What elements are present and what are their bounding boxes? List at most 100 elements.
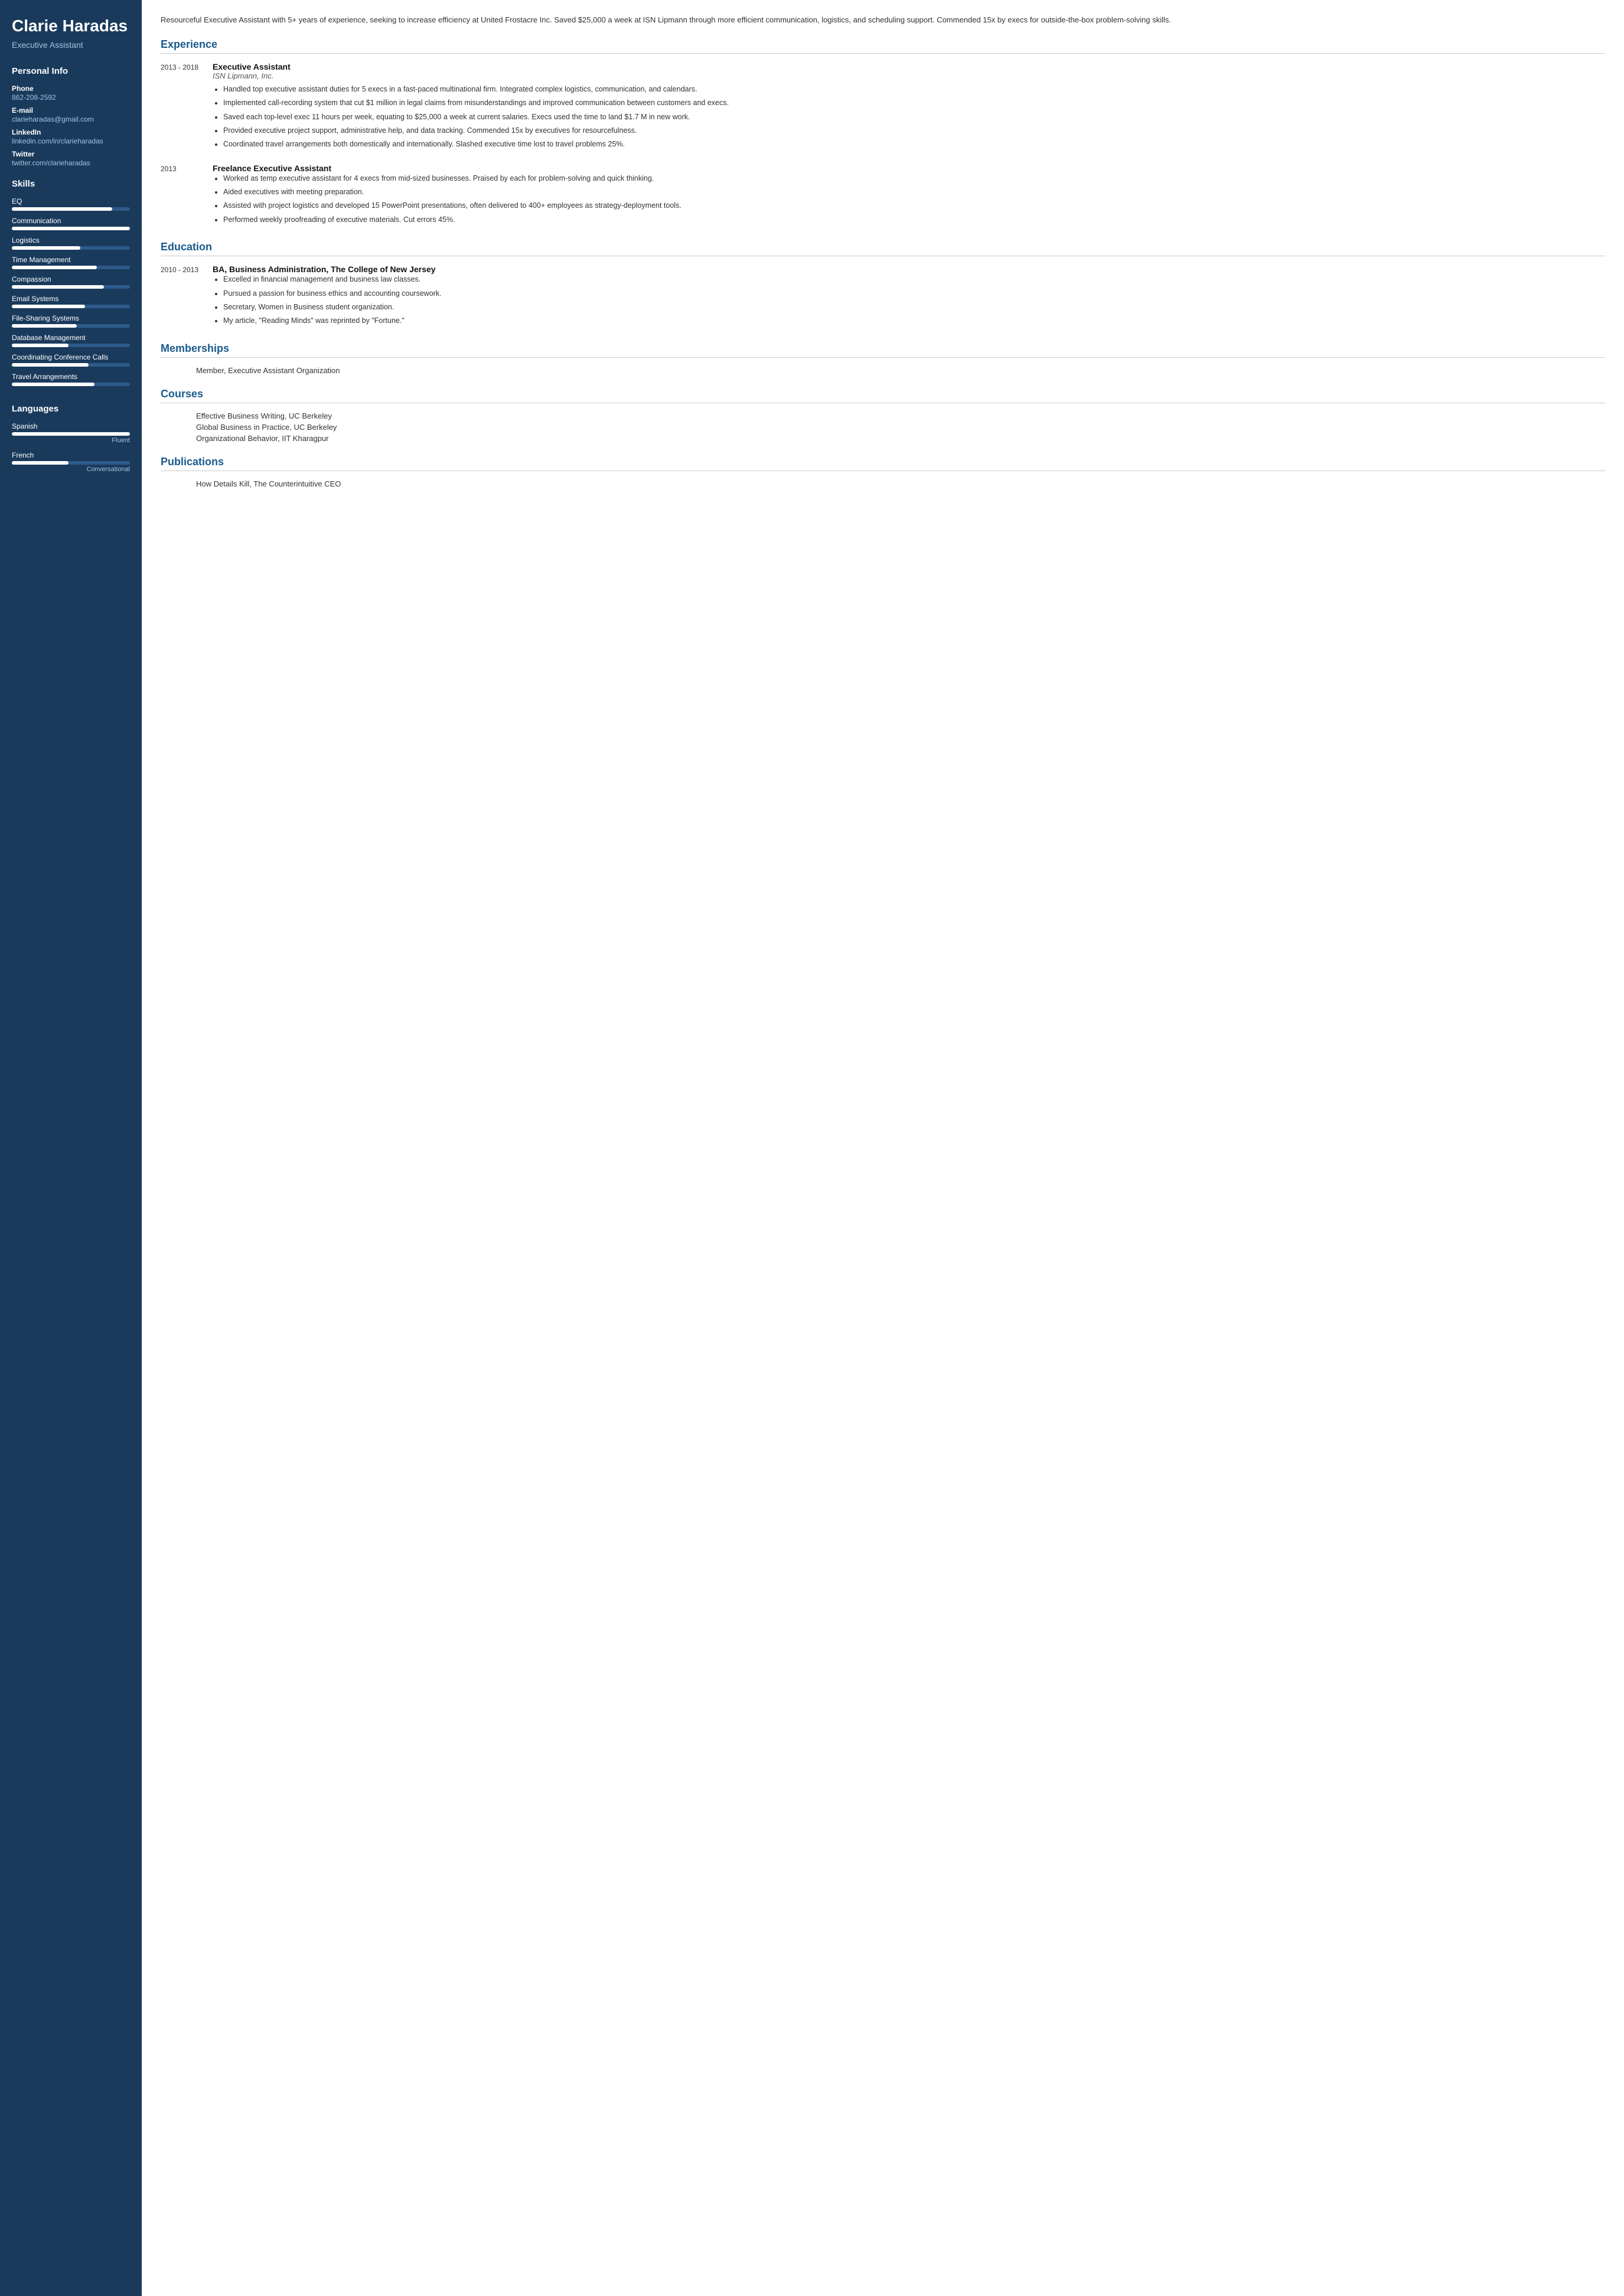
entry-content: Executive Assistant ISN Lipmann, Inc. Ha…	[213, 62, 1605, 153]
skill-name: Compassion	[12, 275, 130, 283]
skill-bar-bg	[12, 266, 130, 269]
phone-label: Phone	[12, 84, 130, 93]
skill-name: Database Management	[12, 334, 130, 342]
skill-name: Time Management	[12, 256, 130, 264]
skill-bar-bg	[12, 305, 130, 308]
skill-name: EQ	[12, 197, 130, 205]
entry-company: ISN Lipmann, Inc.	[213, 71, 1605, 80]
entry-job-title: Executive Assistant	[213, 62, 1605, 71]
bullet: Assisted with project logistics and deve…	[223, 200, 1605, 211]
experience-section: Experience 2013 - 2018 Executive Assista…	[161, 38, 1605, 228]
personal-info-section: Personal Info Phone 862-208-2592 E-mail …	[0, 59, 142, 172]
experience-entry: 2013 Freelance Executive Assistant Worke…	[161, 164, 1605, 228]
edu-year: 2010 - 2013	[161, 264, 202, 329]
skill-item: Coordinating Conference Calls	[12, 353, 130, 367]
skill-name: Email Systems	[12, 295, 130, 303]
experience-entry: 2013 - 2018 Executive Assistant ISN Lipm…	[161, 62, 1605, 153]
skill-bar-fill	[12, 227, 130, 230]
language-name: French	[12, 451, 130, 459]
skill-bar-fill	[12, 344, 69, 347]
skill-bar-fill	[12, 266, 97, 269]
email-value: clarieharadas@gmail.com	[12, 115, 130, 123]
education-heading: Education	[161, 241, 1605, 256]
skill-bar-fill	[12, 324, 77, 328]
language-bar-fill	[12, 432, 130, 436]
skill-item: Email Systems	[12, 295, 130, 308]
skill-name: File-Sharing Systems	[12, 314, 130, 322]
skill-bar-fill	[12, 363, 89, 367]
entry-job-title: Freelance Executive Assistant	[213, 164, 1605, 173]
experience-list: 2013 - 2018 Executive Assistant ISN Lipm…	[161, 62, 1605, 228]
publications-list: How Details Kill, The Counterintuitive C…	[161, 479, 1605, 488]
bullet: Worked as temp executive assistant for 4…	[223, 173, 1605, 184]
entry-year: 2013 - 2018	[161, 62, 202, 153]
bullet: Implemented call-recording system that c…	[223, 97, 1605, 109]
skill-bar-fill	[12, 246, 80, 250]
language-name: Spanish	[12, 422, 130, 430]
skill-item: File-Sharing Systems	[12, 314, 130, 328]
entry-content: Freelance Executive Assistant Worked as …	[213, 164, 1605, 228]
language-bar-bg	[12, 461, 130, 465]
linkedin-label: LinkedIn	[12, 128, 130, 136]
linkedin-value: linkedin.com/in/clarieharadas	[12, 137, 130, 145]
memberships-section: Memberships Member, Executive Assistant …	[161, 342, 1605, 375]
skill-bar-bg	[12, 324, 130, 328]
phone-value: 862-208-2592	[12, 93, 130, 102]
language-item: Spanish Fluent	[12, 422, 130, 444]
membership-item: Member, Executive Assistant Organization	[161, 366, 1605, 375]
languages-section: Languages Spanish Fluent French Conversa…	[0, 397, 142, 485]
edu-degree: BA, Business Administration, The College…	[213, 264, 1605, 274]
publication-item: How Details Kill, The Counterintuitive C…	[161, 479, 1605, 488]
language-level: Conversational	[12, 466, 130, 473]
skill-name: Logistics	[12, 236, 130, 244]
skill-name: Coordinating Conference Calls	[12, 353, 130, 361]
skills-section: Skills EQ Communication Logistics Time M…	[0, 172, 142, 397]
publications-heading: Publications	[161, 456, 1605, 471]
skill-name: Travel Arrangements	[12, 373, 130, 381]
education-list: 2010 - 2013 BA, Business Administration,…	[161, 264, 1605, 329]
entry-bullets: Handled top executive assistant duties f…	[213, 84, 1605, 151]
skill-item: EQ	[12, 197, 130, 211]
bullet: Aided executives with meeting preparatio…	[223, 187, 1605, 198]
skills-list: EQ Communication Logistics Time Manageme…	[12, 197, 130, 386]
bullet: Performed weekly proofreading of executi…	[223, 214, 1605, 226]
skill-bar-fill	[12, 285, 104, 289]
bullet: Secretary, Women in Business student org…	[223, 302, 1605, 313]
skill-bar-bg	[12, 227, 130, 230]
skill-bar-bg	[12, 344, 130, 347]
twitter-value: twitter.com/clarieharadas	[12, 159, 130, 167]
personal-info-heading: Personal Info	[12, 66, 130, 79]
skill-item: Travel Arrangements	[12, 373, 130, 386]
skill-item: Logistics	[12, 236, 130, 250]
edu-content: BA, Business Administration, The College…	[213, 264, 1605, 329]
twitter-label: Twitter	[12, 150, 130, 158]
skill-bar-fill	[12, 305, 85, 308]
skill-bar-fill	[12, 383, 94, 386]
skill-name: Communication	[12, 217, 130, 225]
languages-list: Spanish Fluent French Conversational	[12, 422, 130, 473]
skill-item: Communication	[12, 217, 130, 230]
summary: Resourceful Executive Assistant with 5+ …	[161, 14, 1605, 27]
languages-heading: Languages	[12, 404, 130, 416]
skill-bar-bg	[12, 246, 130, 250]
skill-item: Database Management	[12, 334, 130, 347]
course-item: Effective Business Writing, UC Berkeley	[161, 411, 1605, 420]
language-level: Fluent	[12, 437, 130, 444]
language-bar-bg	[12, 432, 130, 436]
entry-bullets: Worked as temp executive assistant for 4…	[213, 173, 1605, 226]
skill-item: Time Management	[12, 256, 130, 269]
skill-item: Compassion	[12, 275, 130, 289]
education-section: Education 2010 - 2013 BA, Business Admin…	[161, 241, 1605, 329]
email-label: E-mail	[12, 106, 130, 115]
bullet: Excelled in financial management and bus…	[223, 274, 1605, 285]
bullet: Coordinated travel arrangements both dom…	[223, 139, 1605, 150]
entry-year: 2013	[161, 164, 202, 228]
edu-bullets: Excelled in financial management and bus…	[213, 274, 1605, 327]
course-item: Organizational Behavior, IIT Kharagpur	[161, 434, 1605, 443]
education-entry: 2010 - 2013 BA, Business Administration,…	[161, 264, 1605, 329]
skill-bar-bg	[12, 363, 130, 367]
bullet: Pursued a passion for business ethics an…	[223, 288, 1605, 299]
courses-section: Courses Effective Business Writing, UC B…	[161, 388, 1605, 443]
skill-bar-bg	[12, 207, 130, 211]
sidebar-header: Clarie Haradas Executive Assistant	[0, 0, 142, 59]
